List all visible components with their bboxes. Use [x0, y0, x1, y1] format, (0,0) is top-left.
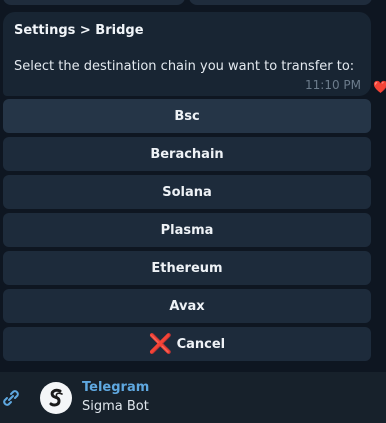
message-time: 11:10 PM: [305, 78, 361, 92]
chain-button-avax[interactable]: Avax: [3, 289, 371, 323]
link-preview-bar[interactable]: Telegram Sigma Bot: [0, 372, 386, 423]
message-text: Select the destination chain you want to…: [14, 59, 355, 74]
button-label: Avax: [169, 298, 205, 314]
sigma-logo-icon: [49, 388, 63, 407]
button-label: Ethereum: [151, 260, 223, 276]
preview-title: Sigma Bot: [82, 399, 149, 414]
message-title: Settings > Bridge: [14, 23, 144, 38]
button-label: Bsc: [174, 108, 200, 124]
chain-button-bsc[interactable]: Bsc: [3, 99, 371, 133]
button-label: Berachain: [150, 146, 224, 162]
chain-button-ethereum[interactable]: Ethereum: [3, 251, 371, 285]
button-label: Plasma: [160, 222, 214, 238]
link-icon[interactable]: [0, 387, 22, 409]
heart-reaction-icon[interactable]: ❤️: [373, 80, 386, 94]
bot-message-bubble: Settings > Bridge Select the destination…: [3, 12, 371, 96]
chain-button-berachain[interactable]: Berachain: [3, 137, 371, 171]
button-label: Solana: [162, 184, 212, 200]
button-label: Cancel: [176, 336, 226, 352]
preview-site-name: Telegram: [82, 380, 150, 395]
previous-button-left[interactable]: [3, 0, 185, 5]
chain-button-plasma[interactable]: Plasma: [3, 213, 371, 247]
cross-mark-icon: ❌: [148, 332, 173, 355]
cancel-button[interactable]: ❌ Cancel: [3, 327, 371, 361]
bot-avatar: [40, 382, 72, 414]
previous-button-right[interactable]: [189, 0, 372, 5]
chain-button-solana[interactable]: Solana: [3, 175, 371, 209]
